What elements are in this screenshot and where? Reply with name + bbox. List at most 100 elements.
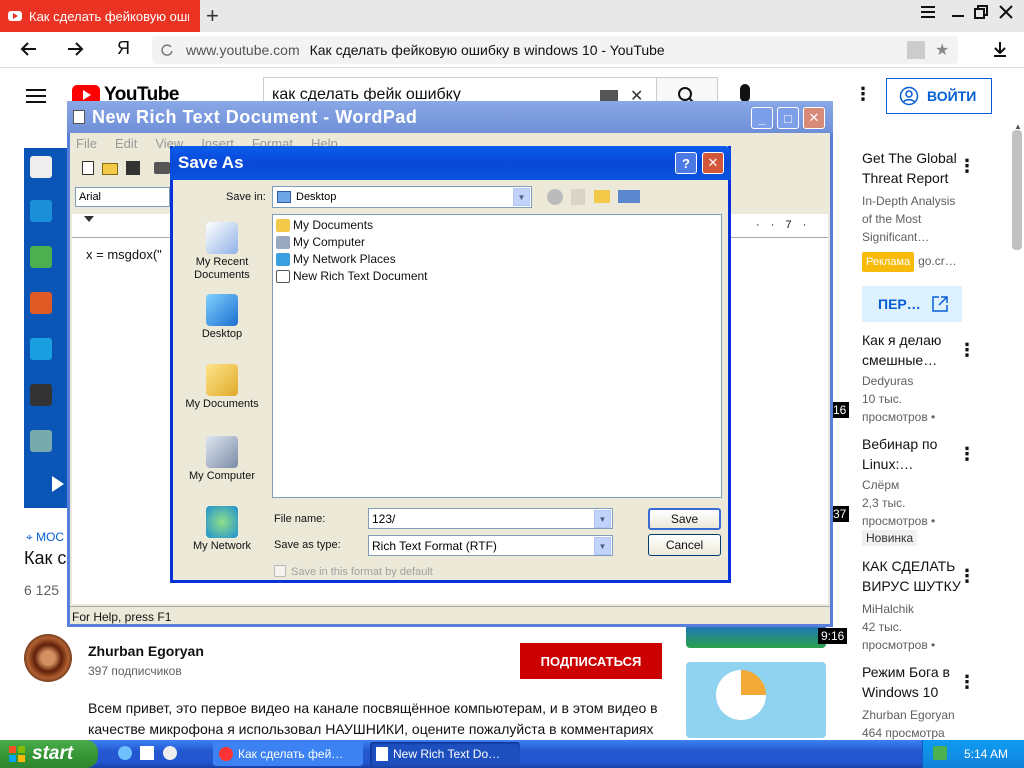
wordpad-maximize-button[interactable]: □ [777, 107, 799, 129]
taskbar-browser-button[interactable]: Как сделать фей… [213, 742, 363, 766]
new-folder-icon[interactable] [594, 190, 610, 203]
views-menu-icon[interactable] [618, 190, 640, 203]
chevron-down-icon[interactable]: ▼ [594, 537, 611, 555]
video-3-title[interactable]: КАК СДЕЛАТЬ ВИРУС ШУТКУ [862, 556, 961, 596]
clock[interactable]: 5:14 AM [964, 747, 1008, 761]
place-my-network[interactable]: My Network [178, 506, 266, 553]
ad-title[interactable]: Get The Global Threat Report [862, 148, 957, 188]
save-in-label: Save in: [226, 191, 266, 203]
close-window-icon[interactable] [998, 4, 1014, 20]
page-scrollbar[interactable] [1012, 130, 1022, 250]
video-2-title[interactable]: Вебинар по Linux:… [862, 434, 937, 474]
save-as-type-select[interactable]: Rich Text Format (RTF) ▼ [368, 535, 613, 556]
save-button[interactable]: Save [648, 508, 721, 530]
save-as-title-bar[interactable]: Save As [170, 146, 731, 180]
start-button[interactable]: start [0, 740, 98, 768]
my-computer-icon [206, 436, 238, 468]
computer-icon [276, 236, 290, 249]
quicklaunch-ie-icon[interactable] [118, 746, 132, 760]
font-name-select[interactable]: Arial [75, 187, 170, 207]
menu-edit[interactable]: Edit [115, 136, 137, 151]
video-3-meta: MiHalchik 42 тыс. просмотров • [862, 602, 936, 652]
address-field[interactable]: www.youtube.com Как сделать фейковую оши… [152, 36, 958, 64]
quicklaunch-media-icon[interactable] [163, 746, 177, 760]
up-folder-icon[interactable] [571, 189, 585, 205]
video-1-more-icon[interactable]: ⋮ [958, 340, 976, 361]
dialog-close-button[interactable]: ✕ [702, 152, 724, 174]
new-doc-icon[interactable] [82, 161, 94, 175]
list-item[interactable]: My Network Places [276, 251, 396, 268]
open-folder-icon[interactable] [102, 163, 118, 175]
ad-cta-button[interactable]: ПЕР… [862, 286, 962, 322]
scroll-up-icon[interactable]: ▲ [1014, 122, 1022, 131]
wordpad-close-button[interactable]: ✕ [803, 107, 825, 129]
taskbar-wordpad-button[interactable]: New Rich Text Do… [370, 742, 520, 766]
print-icon[interactable] [154, 162, 170, 174]
minimize-icon[interactable] [950, 4, 966, 20]
quicklaunch-explorer-icon[interactable] [140, 746, 154, 760]
video-3-more-icon[interactable]: ⋮ [958, 566, 976, 587]
wordpad-document-icon [376, 747, 388, 761]
list-item[interactable]: My Computer [276, 234, 365, 251]
duration-badge: 9:16 [818, 628, 848, 644]
wordpad-minimize-button[interactable]: _ [751, 107, 773, 129]
file-name-input[interactable]: 123/ ▼ [368, 508, 613, 529]
file-name-label: File name: [274, 513, 326, 525]
chevron-down-icon[interactable]: ▼ [594, 510, 611, 528]
video-player[interactable] [24, 148, 72, 508]
folder-icon [276, 219, 290, 232]
play-icon[interactable] [52, 476, 64, 492]
place-my-computer[interactable]: My Computer [178, 436, 266, 483]
more-options-icon[interactable]: ⋮ [854, 84, 872, 105]
save-in-select[interactable]: Desktop ▼ [272, 186, 532, 208]
video-4-more-icon[interactable]: ⋮ [958, 672, 976, 693]
ad-more-icon[interactable]: ⋮ [958, 156, 976, 177]
video-4-title[interactable]: Режим Бога в Windows 10 [862, 662, 950, 702]
subscriber-count: 397 подписчиков [88, 664, 182, 678]
place-my-documents[interactable]: My Documents [178, 364, 266, 411]
back-arrow-icon[interactable] [20, 40, 38, 58]
dialog-help-button[interactable]: ? [675, 152, 697, 174]
system-tray: 5:14 AM [922, 740, 1024, 768]
tray-network-icon[interactable] [933, 746, 947, 760]
thumbnail-video-4[interactable] [686, 662, 826, 738]
menu-file[interactable]: File [76, 136, 97, 151]
save-disk-icon[interactable] [126, 161, 140, 175]
default-format-checkbox[interactable] [274, 565, 286, 577]
browser-tab-active[interactable]: Как сделать фейковую ошибку [0, 0, 200, 32]
place-desktop[interactable]: Desktop [178, 294, 266, 341]
channel-name[interactable]: Zhurban Egoryan [88, 643, 204, 659]
document-icon [276, 270, 290, 283]
subscribe-button[interactable]: ПОДПИСАТЬСЯ [520, 643, 662, 679]
windows-logo-icon [9, 746, 25, 762]
reload-icon[interactable] [160, 43, 174, 57]
list-item[interactable]: My Documents [276, 217, 373, 234]
place-recent-documents[interactable]: My Recent Documents [178, 222, 266, 282]
video-2-more-icon[interactable]: ⋮ [958, 444, 976, 465]
yandex-icon[interactable]: Я [117, 38, 130, 59]
indent-marker-icon[interactable] [84, 216, 94, 222]
chevron-down-icon[interactable]: ▼ [513, 188, 530, 206]
restore-icon[interactable] [973, 4, 989, 20]
view-count: 6 125 [24, 582, 60, 598]
location-tag[interactable]: ⌖ МОС [26, 530, 64, 545]
download-icon[interactable] [992, 40, 1008, 58]
login-button[interactable]: ВОЙТИ [886, 78, 992, 114]
reader-mode-icon[interactable] [907, 41, 925, 59]
menu-icon[interactable] [920, 4, 936, 20]
recent-documents-icon [206, 222, 238, 254]
microphone-icon[interactable] [740, 84, 750, 102]
forward-arrow-icon[interactable] [66, 40, 84, 58]
cancel-button[interactable]: Cancel [648, 534, 721, 556]
back-icon[interactable] [547, 189, 563, 205]
file-list[interactable]: My Documents My Computer My Network Plac… [272, 214, 722, 498]
wordpad-app-icon [73, 110, 85, 124]
channel-avatar[interactable] [24, 634, 72, 682]
bookmark-star-icon[interactable]: ★ [935, 40, 949, 60]
youtube-menu-icon[interactable] [26, 88, 46, 104]
external-link-icon [932, 296, 948, 312]
list-item[interactable]: New Rich Text Document [276, 268, 428, 285]
wordpad-title-bar[interactable]: New Rich Text Document - WordPad [67, 101, 833, 133]
new-tab-button[interactable]: + [206, 3, 219, 29]
video-1-title[interactable]: Как я делаю смешные… [862, 330, 941, 370]
